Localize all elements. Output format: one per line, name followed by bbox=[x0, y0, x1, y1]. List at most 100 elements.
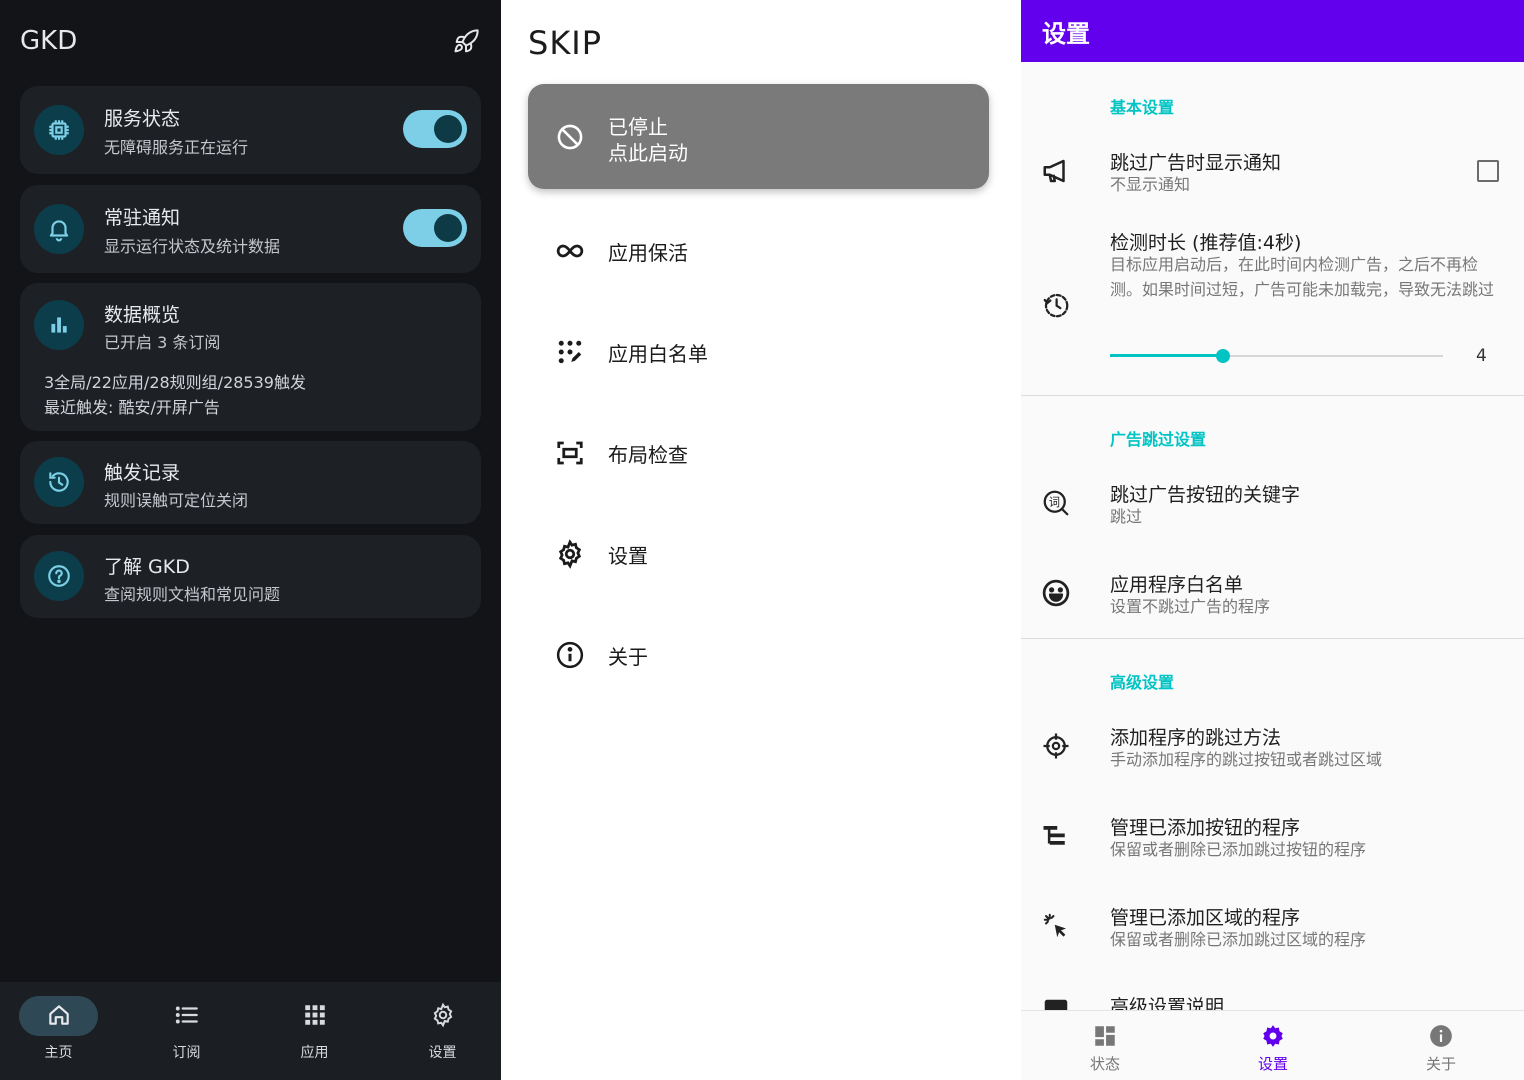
notify-row-title[interactable]: 跳过广告时显示通知 bbox=[1110, 148, 1281, 175]
duration-value: 4 bbox=[1476, 346, 1487, 366]
chip-icon bbox=[34, 105, 84, 155]
notification-toggle[interactable] bbox=[403, 209, 467, 247]
nav-settings[interactable]: 设置 bbox=[1189, 1011, 1357, 1080]
gkd-panel: GKD 服务状态 无障碍服务正在运行 常驻通知 显示运行状态及统计数据 数据概览… bbox=[0, 0, 501, 1080]
trigger-history-card[interactable]: 触发记录 规则误触可定位关闭 bbox=[20, 441, 481, 524]
status-action-text: 点此启动 bbox=[608, 141, 688, 165]
notification-card[interactable]: 常驻通知 显示运行状态及统计数据 bbox=[20, 185, 481, 273]
bottom-navigation: 主页 订阅 应用 设置 bbox=[0, 982, 501, 1080]
status-text: 已停止 bbox=[608, 115, 668, 139]
data-overview-card[interactable]: 数据概览 已开启 3 条订阅 3全局/22应用/28规则组/28539触发 最近… bbox=[20, 283, 481, 431]
trigger-history-subtitle: 规则误触可定位关闭 bbox=[104, 491, 249, 510]
skip-panel: SKIP 已停止 点此启动 应用保活 应用白名单 布局检查 设置 关于 bbox=[501, 0, 1021, 1080]
settings-panel: 设置 基本设置 跳过广告时显示通知 不显示通知 检测时长 (推荐值:4秒) 目标… bbox=[1021, 0, 1524, 1080]
notification-title: 常驻通知 bbox=[104, 207, 181, 229]
notify-checkbox[interactable] bbox=[1477, 160, 1499, 182]
notify-row-subtitle: 不显示通知 bbox=[1110, 175, 1191, 194]
divider bbox=[1021, 395, 1524, 396]
info-icon bbox=[1430, 1025, 1452, 1047]
keyword-row-subtitle: 跳过 bbox=[1110, 507, 1143, 526]
duration-slider-thumb[interactable] bbox=[1216, 349, 1231, 363]
menu-layout-inspect[interactable]: 布局检查 bbox=[555, 432, 995, 472]
rocket-icon[interactable] bbox=[452, 28, 480, 56]
data-overview-subtitle: 已开启 3 条订阅 bbox=[104, 333, 221, 352]
duration-row-subtitle: 目标应用启动后，在此时间内检测广告，之后不再检测。如果时间过短，广告可能未加载完… bbox=[1110, 255, 1495, 299]
nav-about[interactable]: 关于 bbox=[1357, 1011, 1524, 1080]
app-bar: 设置 bbox=[1021, 0, 1524, 62]
manage-areas-row-subtitle: 保留或者删除已添加跳过区域的程序 bbox=[1110, 930, 1367, 949]
nav-settings[interactable]: 设置 bbox=[380, 982, 505, 1080]
whitelist-row-subtitle: 设置不跳过广告的程序 bbox=[1110, 597, 1271, 616]
about-gkd-subtitle: 查阅规则文档和常见问题 bbox=[104, 585, 281, 604]
menu-about[interactable]: 关于 bbox=[555, 634, 995, 674]
nav-home[interactable]: 主页 bbox=[0, 982, 121, 1080]
nav-settings-label: 设置 bbox=[1257, 1055, 1288, 1073]
section-advanced: 高级设置 bbox=[1110, 673, 1175, 692]
click-cursor-icon bbox=[1043, 913, 1066, 938]
menu-settings[interactable]: 设置 bbox=[555, 533, 995, 573]
nav-apps[interactable]: 应用 bbox=[252, 982, 377, 1080]
nav-subscriptions-label: 订阅 bbox=[172, 1045, 201, 1061]
menu-keepalive-label: 应用保活 bbox=[608, 241, 688, 265]
data-overview-title: 数据概览 bbox=[104, 304, 181, 326]
keyword-row-title[interactable]: 跳过广告按钮的关键字 bbox=[1110, 480, 1300, 507]
add-method-row-subtitle: 手动添加程序的跳过按钮或者跳过区域 bbox=[1110, 750, 1383, 769]
add-method-row-title[interactable]: 添加程序的跳过方法 bbox=[1110, 723, 1281, 750]
bar-chart-icon bbox=[34, 300, 84, 350]
bottom-navigation: 状态 设置 关于 bbox=[1021, 1010, 1524, 1080]
nav-settings-label: 设置 bbox=[428, 1045, 457, 1061]
menu-whitelist[interactable]: 应用白名单 bbox=[555, 331, 995, 371]
help-icon bbox=[34, 551, 84, 601]
whitelist-row-title[interactable]: 应用程序白名单 bbox=[1110, 570, 1243, 597]
crosshair-icon bbox=[1043, 733, 1069, 759]
section-ad: 广告跳过设置 bbox=[1110, 430, 1207, 449]
service-toggle[interactable] bbox=[403, 110, 467, 148]
gear-icon bbox=[433, 1002, 452, 1028]
nav-status-label: 状态 bbox=[1089, 1055, 1120, 1073]
app-title: GKD bbox=[20, 26, 78, 56]
timer-icon bbox=[1043, 293, 1069, 318]
apps-grid-icon bbox=[304, 1005, 325, 1025]
nav-subscriptions[interactable]: 订阅 bbox=[124, 982, 249, 1080]
home-icon bbox=[48, 1005, 69, 1025]
stats-line: 3全局/22应用/28规则组/28539触发 bbox=[44, 373, 306, 392]
divider bbox=[1021, 638, 1524, 639]
recent-trigger-line: 最近触发: 酷安/开屏广告 bbox=[44, 398, 220, 417]
trigger-history-title: 触发记录 bbox=[104, 462, 181, 484]
nav-about-label: 关于 bbox=[1425, 1055, 1456, 1073]
smiley-icon bbox=[1042, 579, 1070, 607]
svg-text:词: 词 bbox=[1049, 496, 1060, 509]
toggle-knob bbox=[434, 115, 462, 143]
section-basic: 基本设置 bbox=[1110, 98, 1175, 117]
gear-icon bbox=[558, 539, 582, 569]
page-title: 设置 bbox=[1042, 20, 1090, 48]
dots-edit-icon bbox=[558, 340, 582, 364]
service-status-button[interactable]: 已停止 点此启动 bbox=[528, 84, 989, 189]
duration-slider-fill bbox=[1110, 354, 1224, 357]
service-status-title: 服务状态 bbox=[104, 108, 181, 130]
infinity-icon bbox=[556, 244, 584, 258]
notification-subtitle: 显示运行状态及统计数据 bbox=[104, 237, 281, 256]
menu-keepalive[interactable]: 应用保活 bbox=[555, 230, 995, 270]
menu-about-label: 关于 bbox=[608, 645, 648, 669]
service-status-subtitle: 无障碍服务正在运行 bbox=[104, 138, 249, 157]
manage-buttons-row-title[interactable]: 管理已添加按钮的程序 bbox=[1110, 813, 1300, 840]
bell-icon bbox=[34, 204, 84, 254]
manage-areas-row-title[interactable]: 管理已添加区域的程序 bbox=[1110, 903, 1300, 930]
service-status-card[interactable]: 服务状态 无障碍服务正在运行 bbox=[20, 86, 481, 174]
menu-layout-inspect-label: 布局检查 bbox=[608, 443, 688, 467]
nav-status[interactable]: 状态 bbox=[1021, 1011, 1189, 1080]
nav-apps-label: 应用 bbox=[300, 1045, 329, 1061]
info-icon bbox=[556, 641, 584, 669]
menu-whitelist-label: 应用白名单 bbox=[608, 342, 708, 366]
manage-buttons-row-subtitle: 保留或者删除已添加跳过按钮的程序 bbox=[1110, 840, 1367, 859]
app-title: SKIP bbox=[528, 24, 603, 62]
about-gkd-card[interactable]: 了解 GKD 查阅规则文档和常见问题 bbox=[20, 535, 481, 618]
dashboard-icon bbox=[1095, 1026, 1115, 1046]
nav-home-label: 主页 bbox=[44, 1045, 73, 1061]
frame-scan-icon bbox=[557, 441, 583, 465]
block-icon bbox=[557, 124, 583, 150]
toggle-knob bbox=[434, 214, 462, 242]
list-icon bbox=[175, 1006, 198, 1024]
about-gkd-title: 了解 GKD bbox=[104, 556, 190, 578]
